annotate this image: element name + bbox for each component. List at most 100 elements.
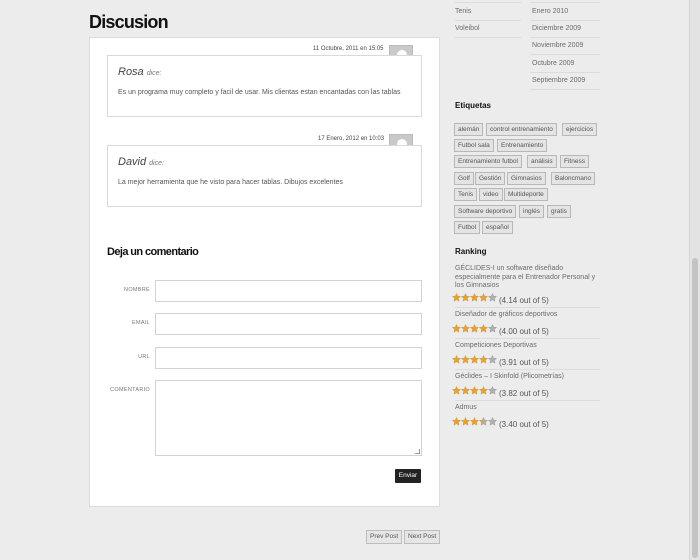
ranking-item-link[interactable]: Géclides – I Skinfold (Plicometrías): [455, 373, 603, 382]
star-icon: [452, 324, 461, 333]
page-title: Discusion: [89, 12, 169, 32]
divider: [455, 369, 600, 370]
comment-textarea[interactable]: [155, 380, 422, 456]
star-rating: [452, 355, 497, 364]
rating-score: (4.14 out of 5): [499, 296, 549, 305]
category-link[interactable]: Voleibol: [455, 25, 480, 32]
star-icon: [461, 417, 470, 426]
tag-link[interactable]: gratis: [547, 205, 571, 218]
name-label: NOMBRE: [124, 287, 150, 293]
tag-link[interactable]: Fitness: [560, 155, 589, 168]
divider: [530, 20, 600, 21]
star-rating: [452, 417, 497, 426]
comment-date: 17 Enero, 2012 en 10:03: [318, 136, 385, 142]
star-icon: [488, 324, 497, 333]
comment-author: Rosa dice:: [118, 66, 162, 78]
tags-title: Etiquetas: [455, 101, 492, 110]
archive-link[interactable]: Diciembre 2009: [532, 25, 581, 32]
star-icon: [488, 386, 497, 395]
tag-link[interactable]: Gimnasios: [507, 172, 546, 185]
ranking-item-link[interactable]: Competiciones Deportivas: [455, 342, 603, 351]
comment-text: Es un programa muy completo y facil de u…: [118, 89, 401, 96]
star-icon: [479, 293, 488, 302]
tag-link[interactable]: inglés: [519, 205, 544, 218]
star-icon: [479, 417, 488, 426]
scrollbar[interactable]: [689, 0, 700, 560]
divider: [455, 2, 521, 3]
archive-link[interactable]: Septiembre 2009: [532, 77, 585, 84]
rating-score: (3.82 out of 5): [499, 389, 549, 398]
divider: [455, 20, 521, 21]
tag-link[interactable]: Tenis: [454, 188, 478, 201]
star-rating: [452, 386, 497, 395]
category-link[interactable]: Tenis: [455, 8, 471, 15]
star-icon: [461, 355, 470, 364]
tag-link[interactable]: Entrenamiento futbol: [454, 155, 522, 168]
tag-link[interactable]: Futbol: [454, 221, 481, 234]
star-icon: [479, 355, 488, 364]
star-rating: [452, 293, 497, 302]
divider: [455, 307, 600, 308]
scrollbar-thumb[interactable]: [692, 258, 698, 558]
submit-button[interactable]: Enviar: [395, 469, 421, 483]
divider: [455, 338, 600, 339]
star-icon: [479, 324, 488, 333]
archive-link[interactable]: Noviembre 2009: [532, 42, 583, 49]
divider: [530, 2, 600, 3]
name-field[interactable]: [155, 280, 422, 302]
archive-link[interactable]: Octubre 2009: [532, 60, 574, 67]
comment-text: La mejor herramienta que he visto para h…: [118, 179, 343, 186]
email-label: EMAIL: [131, 320, 150, 326]
tag-link[interactable]: Golf: [454, 172, 474, 185]
resize-handle[interactable]: [415, 449, 420, 454]
star-icon: [470, 386, 479, 395]
divider: [455, 37, 521, 38]
email-field[interactable]: [155, 313, 422, 335]
star-rating: [452, 324, 497, 333]
divider: [455, 400, 600, 401]
star-icon: [488, 355, 497, 364]
ranking-item-link[interactable]: GÉCLIDES-I un software diseñado especial…: [455, 265, 603, 291]
next-post-button[interactable]: Next Post: [404, 530, 441, 544]
ranking-item-link[interactable]: Diseñador de gráficos deportivos: [455, 311, 603, 320]
star-icon: [452, 293, 461, 302]
comment-form-title: Deja un comentario: [107, 246, 199, 258]
url-field[interactable]: [155, 347, 422, 369]
archive-link[interactable]: Enero 2010: [532, 8, 568, 15]
tag-link[interactable]: Multideporte: [504, 188, 548, 201]
tag-link[interactable]: Baloncmano: [551, 172, 596, 185]
tag-link[interactable]: control entrenamiento: [486, 123, 557, 136]
rating-score: (3.91 out of 5): [499, 358, 549, 367]
star-icon: [452, 386, 461, 395]
tag-link[interactable]: video: [479, 188, 503, 201]
ranking-item-link[interactable]: Admus: [455, 404, 603, 413]
star-icon: [488, 293, 497, 302]
prev-post-button[interactable]: Prev Post: [366, 530, 403, 544]
divider: [530, 37, 600, 38]
star-icon: [470, 324, 479, 333]
url-label: URL: [138, 354, 150, 360]
divider: [530, 89, 600, 90]
tag-link[interactable]: español: [482, 221, 513, 234]
star-icon: [470, 355, 479, 364]
comment-card: David dice: La mejor herramienta que he v…: [107, 145, 422, 207]
star-icon: [479, 386, 488, 395]
comment-date: 11 Octubre, 2011 en 15:05: [313, 46, 384, 52]
comment-card: Rosa dice: Es un programa muy completo y …: [107, 55, 422, 117]
divider: [530, 72, 600, 73]
star-icon: [452, 355, 461, 364]
comment-label: COMENTARIO: [110, 387, 150, 393]
star-icon: [461, 386, 470, 395]
divider: [530, 54, 600, 55]
tag-link[interactable]: Software deportivo: [454, 205, 517, 218]
comment-author: David dice:: [118, 156, 164, 168]
star-icon: [461, 293, 470, 302]
tag-link[interactable]: alemán: [454, 123, 484, 136]
tag-link[interactable]: Entrenamiento: [497, 139, 548, 152]
star-icon: [461, 324, 470, 333]
tag-link[interactable]: Futbol sala: [454, 139, 494, 152]
star-icon: [488, 417, 497, 426]
tag-link[interactable]: Gestión: [475, 172, 506, 185]
tag-link[interactable]: ejercicios: [562, 123, 598, 136]
tag-link[interactable]: análisis: [527, 155, 557, 168]
